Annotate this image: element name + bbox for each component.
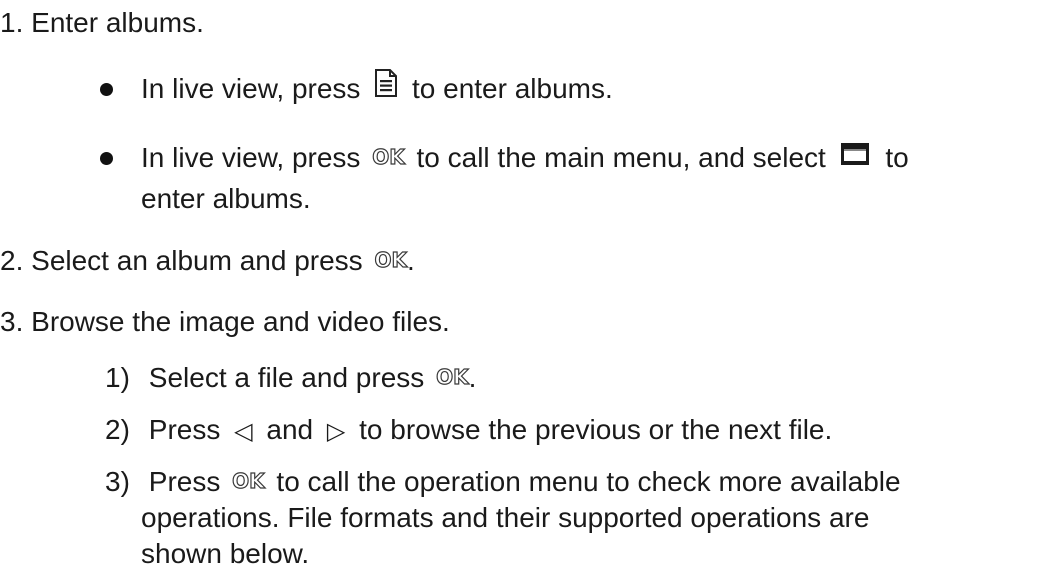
step-1-number: 1. [0, 7, 24, 38]
ok-button-icon: OK [435, 364, 469, 389]
substep-1-text-after: . [468, 362, 477, 393]
ok-button-icon: OK [232, 468, 266, 493]
substep-3-line-2: operations. File formats and their suppo… [141, 501, 869, 535]
substep-1-text-before: Select a file and press [148, 362, 425, 393]
substep-3-line-3: shown below. [141, 537, 309, 571]
substep-2-text-middle: and [266, 414, 314, 445]
folder-icon [840, 140, 870, 174]
substep-3-text-after: to call the operation menu to check more… [276, 466, 901, 497]
bullet-2-text-after: to [885, 142, 909, 173]
substep-1: 1) Select a file and press OK. [105, 361, 476, 395]
step-3: 3. Browse the image and video files. [0, 305, 450, 339]
ok-button-icon: OK [374, 247, 408, 272]
bullet-dot [100, 152, 113, 165]
substep-2-text-before: Press [148, 414, 221, 445]
bullet-1-text-after: to enter albums. [411, 73, 613, 104]
substep-3-number: 3) [105, 466, 130, 497]
substep-1-number: 1) [105, 362, 130, 393]
step-1: 1. Enter albums. [0, 6, 204, 40]
bullet-2: In live view, press OK to call the main … [141, 141, 909, 175]
right-arrow-icon: ▷ [326, 417, 346, 445]
bullet-2-text-cont: enter albums. [141, 183, 311, 214]
bullet-2-continuation: enter albums. [141, 182, 311, 216]
substep-2-number: 2) [105, 414, 130, 445]
substep-3-text-line3: shown below. [141, 538, 310, 569]
step-3-text: Browse the image and video files. [31, 306, 450, 337]
step-2-text-before: Select an album and press [31, 245, 363, 276]
bullet-1-text-before: In live view, press [141, 73, 361, 104]
step-1-text: Enter albums. [31, 7, 204, 38]
step-2: 2. Select an album and press OK. [0, 244, 415, 278]
ok-button-icon: OK [372, 144, 406, 169]
album-file-icon [374, 68, 398, 105]
left-arrow-icon: ◁ [234, 417, 253, 445]
substep-3-text-line2: operations. File formats and their suppo… [141, 502, 870, 533]
substep-3-text-before: Press [148, 466, 221, 497]
bullet-1: In live view, press to enter albums. [141, 68, 613, 106]
substep-2-text-after: to browse the previous or the next file. [359, 414, 833, 445]
substep-3: 3) Press OK to call the operation menu t… [105, 465, 901, 499]
bullet-dot [100, 83, 113, 96]
bullet-2-text-before: In live view, press [141, 142, 361, 173]
step-2-text-after: . [406, 245, 415, 276]
step-2-number: 2. [0, 245, 24, 276]
bullet-2-text-middle: to call the main menu, and select [416, 142, 826, 173]
substep-2: 2) Press ◁ and ▷ to browse the previous … [105, 413, 832, 447]
step-3-number: 3. [0, 306, 24, 337]
